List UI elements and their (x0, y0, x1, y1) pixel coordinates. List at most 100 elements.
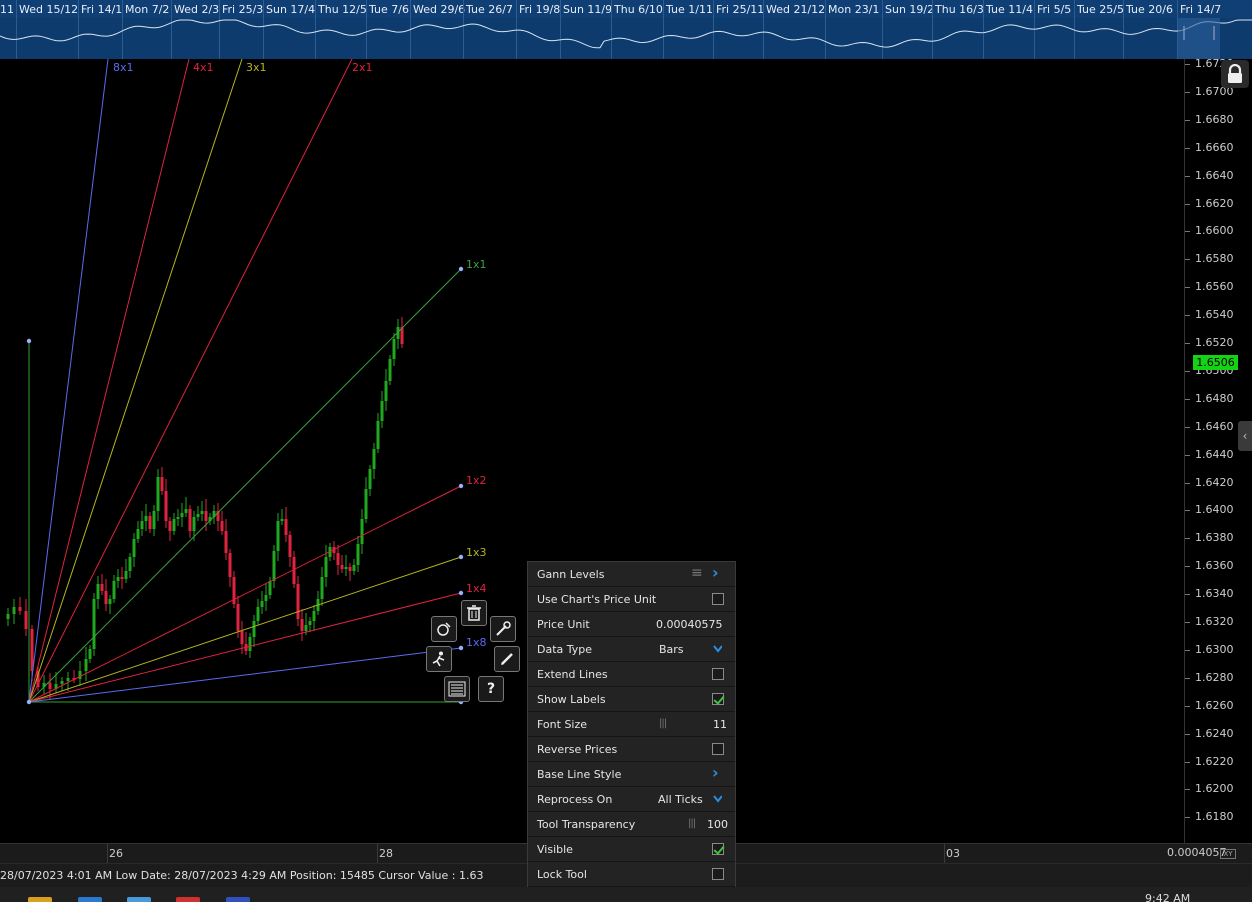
tool-settings-button[interactable] (490, 616, 516, 642)
reprocess-on-select-value[interactable]: All Ticks (658, 793, 703, 806)
panel-row-tool-transparency[interactable]: Tool Transparency ||| 100 (528, 812, 735, 837)
price-tick (1185, 231, 1190, 233)
candle-body (372, 449, 376, 469)
panel-row-base-line-style[interactable]: Base Line Style › (528, 762, 735, 787)
price-tick (1185, 733, 1190, 735)
delete-tool-button[interactable] (461, 600, 487, 626)
candle-body (66, 678, 70, 681)
candle-body (336, 553, 340, 565)
visible-checkbox[interactable] (712, 843, 724, 855)
tool-transparency-value[interactable]: 100 (707, 818, 728, 831)
candle-body (320, 577, 324, 599)
time-label-28: 28 (379, 847, 393, 860)
gann-properties-panel[interactable]: Gann Levels ≡ › Use Chart's Price Unit Price… (527, 561, 736, 887)
panel-row-lock-tool[interactable]: Lock Tool (528, 862, 735, 887)
time-tick (377, 844, 378, 863)
panel-row-gann-levels[interactable]: Gann Levels ≡ › (528, 562, 735, 587)
candle-body (112, 581, 116, 599)
taskbar-mail-icon[interactable] (78, 897, 102, 902)
candle-body (388, 359, 392, 381)
font-size-slider-grip[interactable]: ||| (659, 718, 667, 729)
time-label-03: 03 (946, 847, 960, 860)
panel-row-font-size[interactable]: Font Size ||| 11 (528, 712, 735, 737)
chevron-down-icon[interactable] (713, 645, 722, 654)
price-label: 1.6620 (1195, 196, 1234, 210)
price-label: 1.6380 (1195, 531, 1234, 545)
tool-list-button[interactable] (444, 676, 470, 702)
use-chart-s-price-unit-checkbox[interactable] (712, 593, 724, 605)
gann-anchor-point[interactable] (458, 266, 464, 272)
gann-fan-label: 1x1 (466, 258, 487, 271)
candle-body (228, 553, 232, 577)
taskbar-clock: 9:42 AM (1145, 892, 1191, 902)
taskbar-app-icon[interactable] (176, 897, 200, 902)
xy-toggle-button[interactable]: XY (1220, 849, 1236, 859)
panel-row-reverse-prices[interactable]: Reverse Prices (528, 737, 735, 762)
lock-tool-checkbox[interactable] (712, 868, 724, 880)
candle-body (164, 491, 168, 521)
reverse-prices-checkbox[interactable] (712, 743, 724, 755)
panel-label-gann-levels: Gann Levels (537, 568, 605, 581)
panel-label-data-type: Data Type (537, 643, 593, 656)
price-tick (1185, 370, 1190, 372)
candle-body (340, 565, 344, 569)
taskbar-folder-icon[interactable] (28, 897, 52, 902)
price-axis[interactable]: 1.6720 1.6700 1.6680 1.6660 1.6640 1.6620 1.66… (1184, 57, 1252, 843)
lock-button[interactable] (1221, 60, 1249, 88)
price-tick (1185, 677, 1190, 679)
candle-body (128, 557, 132, 571)
gann-fan-line-4x1[interactable] (28, 59, 190, 703)
clear-tool-button[interactable] (431, 616, 457, 642)
price-label: 1.6200 (1195, 782, 1234, 796)
candle-body (152, 511, 156, 529)
candle-body (264, 595, 268, 601)
gann-anchor-point[interactable] (26, 338, 32, 344)
edit-tool-button[interactable] (494, 646, 520, 672)
candle-body (60, 681, 64, 684)
show-labels-checkbox[interactable] (712, 693, 724, 705)
help-button[interactable]: ? (478, 676, 504, 702)
panel-row-extend-lines[interactable]: Extend Lines (528, 662, 735, 687)
candle-body (136, 529, 140, 539)
extend-lines-checkbox[interactable] (712, 668, 724, 680)
help-icon: ? (486, 681, 496, 697)
gann-fan-line-2x1[interactable] (28, 59, 353, 703)
panel-row-show-labels[interactable]: Show Labels (528, 687, 735, 712)
candle-body (172, 519, 176, 531)
levels-list-icon[interactable]: ≡ (691, 565, 703, 581)
candle-body (160, 477, 164, 491)
data-type-select-value[interactable]: Bars (659, 643, 684, 656)
panel-row-visible[interactable]: Visible (528, 837, 735, 862)
gann-anchor-point[interactable] (458, 483, 464, 489)
price-tick (1185, 315, 1190, 317)
font-size-value[interactable]: 11 (713, 718, 727, 731)
gann-anchor-point[interactable] (458, 554, 464, 560)
gann-fan-line-3x1[interactable] (28, 59, 243, 703)
price-tick (1185, 147, 1190, 149)
panel-label-price-unit: Price Unit (537, 618, 590, 631)
chevron-down-icon[interactable] (713, 795, 722, 804)
price-unit-value[interactable]: 0.00040575 (656, 618, 722, 631)
gann-origin-point[interactable] (26, 699, 32, 705)
gann-fan-line-8x1[interactable] (28, 59, 109, 703)
gann-fan-line-1x8[interactable] (28, 647, 462, 703)
candle-body (348, 567, 352, 571)
panel-row-data-type[interactable]: Data Type Bars (528, 637, 735, 662)
panel-label-visible: Visible (537, 843, 573, 856)
taskbar-browser-icon[interactable] (127, 897, 151, 902)
price-label: 1.6220 (1195, 754, 1234, 768)
gann-anchor-point[interactable] (458, 590, 464, 596)
gann-anchor-point[interactable] (458, 645, 464, 651)
run-tool-button[interactable] (426, 646, 452, 672)
panel-row-use-chart-s-price-unit[interactable]: Use Chart's Price Unit (528, 587, 735, 612)
gann-fan-line-1x1[interactable] (28, 268, 462, 703)
taskbar-platform-icon[interactable] (226, 897, 250, 902)
panel-row-price-unit[interactable]: Price Unit 0.00040575 (528, 612, 735, 637)
tool-transparency-slider-grip[interactable]: ||| (688, 818, 696, 829)
price-label: 1.6640 (1195, 168, 1234, 182)
chevron-right-icon[interactable]: › (712, 763, 719, 782)
collapse-panel-handle[interactable]: ‹ (1238, 421, 1252, 451)
chevron-right-icon[interactable]: › (712, 563, 719, 582)
panel-row-reprocess-on[interactable]: Reprocess On All Ticks (528, 787, 735, 812)
overview-navigator[interactable]: 11 Wed 15/12 Fri 14/1 Mon 7/2 Wed 2/3 Fri 25/… (0, 0, 1252, 59)
